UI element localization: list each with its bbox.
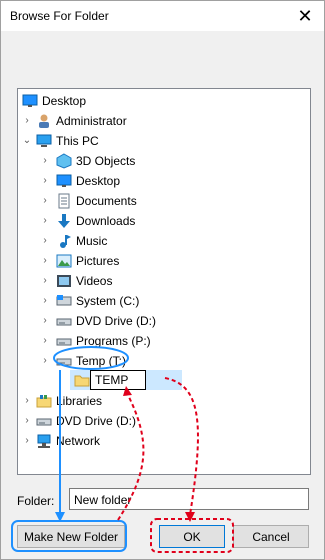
chevron-right-icon[interactable]: › [22,391,32,411]
chevron-right-icon[interactable]: › [40,271,50,291]
documents-icon [58,193,70,209]
dvd-icon [56,318,72,326]
tree-item-dvd-drive-d[interactable]: › DVD Drive (D:) [18,311,298,331]
folder-icon [74,375,90,387]
tree-item-label: Music [76,234,108,248]
ok-label: OK [183,530,201,544]
tree-item-this-pc[interactable]: ⌄ This PC [18,131,298,151]
title-bar: Browse For Folder ✕ [1,1,324,31]
chevron-right-icon[interactable]: › [40,151,50,171]
tree-item-programs-p[interactable]: › Programs (P:) [18,331,298,351]
close-icon[interactable]: ✕ [294,5,316,27]
tree-item-label: Videos [76,274,113,288]
make-new-folder-label: Make New Folder [23,530,119,544]
music-icon [60,235,71,248]
make-new-folder-button[interactable]: Make New Folder [17,525,125,548]
drive-icon [56,295,72,306]
dialog-title: Browse For Folder [10,9,109,23]
tree-item-3d-objects[interactable]: › 3D Objects [18,151,298,171]
tree-item-label: Pictures [76,254,120,268]
desktop-icon [56,174,72,187]
ok-button[interactable]: OK [159,525,225,548]
tree-item-administrator[interactable]: › Administrator [18,111,298,131]
pictures-icon [56,254,72,268]
folder-label: Folder: [17,494,54,508]
tree-item-pictures[interactable]: › Pictures [18,251,298,271]
rename-input[interactable]: TEMP [90,370,146,390]
user-icon [39,114,49,128]
tree-item-label: 3D Objects [76,154,136,168]
chevron-right-icon[interactable]: › [22,411,32,431]
chevron-right-icon[interactable]: › [40,291,50,311]
chevron-down-icon[interactable]: › [40,351,50,371]
downloads-icon [58,214,70,228]
tree-item-label: Desktop [42,94,87,108]
tree-item-label: This PC [56,134,99,148]
tree-item-label: System (C:) [76,294,140,308]
drive-icon [56,338,72,346]
chevron-right-icon[interactable]: › [40,171,50,191]
tree-item-network[interactable]: › Network [18,431,298,451]
folder-label-text: Folder: [17,494,55,508]
folder-input-value: New folder [74,493,132,507]
chevron-down-icon[interactable]: ⌄ [22,131,32,151]
tree-item-label: Desktop [76,174,121,188]
chevron-right-icon[interactable]: › [40,251,50,271]
dvd-icon [36,418,52,426]
tree-item-music[interactable]: › Music [18,231,298,251]
desktop-icon [22,94,38,107]
tree-item-label: Administrator [56,114,127,128]
chevron-right-icon[interactable]: › [40,211,50,231]
tree-item-label: Libraries [56,394,103,408]
tree-item-label: DVD Drive (D:) [56,414,136,428]
tree-item-desktop[interactable]: › Desktop [18,171,298,191]
chevron-right-icon[interactable]: › [40,191,50,211]
chevron-right-icon[interactable]: › [40,311,50,331]
folder-tree[interactable]: Desktop › Administrator ⌄ This PC › 3D O… [17,88,311,475]
tree-item-temp-t[interactable]: › Temp (T:) [18,351,298,371]
chevron-right-icon[interactable]: › [40,331,50,351]
folder-input[interactable]: New folder [69,488,309,510]
tree-item-label: Temp (T:) [76,354,127,368]
libraries-icon [36,395,52,408]
tree-item-downloads[interactable]: › Downloads [18,211,298,231]
cancel-label: Cancel [252,530,290,544]
tree-item-label: Downloads [76,214,136,228]
chevron-right-icon[interactable]: › [22,111,32,131]
drive-icon [56,358,72,366]
browse-for-folder-dialog: Browse For Folder ✕ Desktop › Administra… [0,0,325,560]
tree-item-label: Network [56,434,101,448]
tree-item-libraries[interactable]: › Libraries [18,391,298,411]
tree-item-videos[interactable]: › Videos [18,271,298,291]
tree-item-label: Programs (P:) [76,334,151,348]
computer-icon [36,134,52,147]
rename-input-value: TEMP [95,373,129,387]
network-icon [37,434,51,448]
tree-item-desktop-root[interactable]: Desktop [20,91,300,111]
chevron-right-icon[interactable]: › [40,231,50,251]
3d-objects-icon [56,153,72,169]
cancel-button[interactable]: Cancel [233,525,309,548]
tree-item-label: Documents [76,194,137,208]
tree-item-documents[interactable]: › Documents [18,191,298,211]
chevron-right-icon[interactable]: › [22,431,32,451]
tree-item-label: DVD Drive (D:) [76,314,156,328]
tree-item-dvd-drive-d-root[interactable]: › DVD Drive (D:) [18,411,298,431]
tree-item-system-c[interactable]: › System (C:) [18,291,298,311]
videos-icon [57,275,71,287]
